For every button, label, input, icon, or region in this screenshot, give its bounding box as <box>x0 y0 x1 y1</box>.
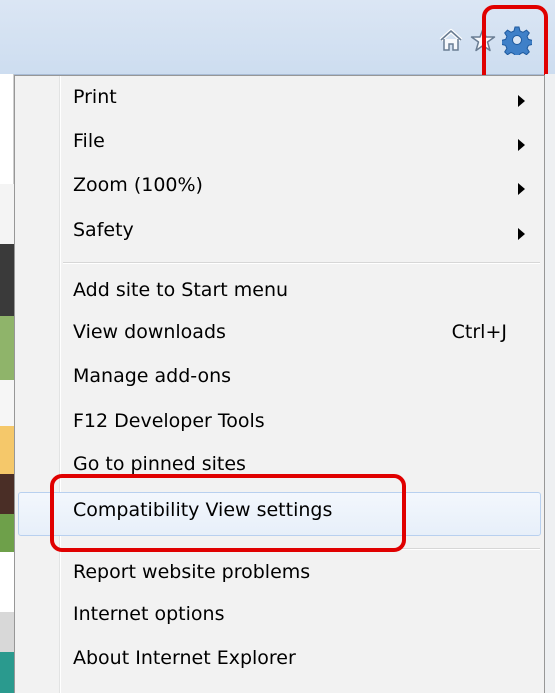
submenu-arrow-icon <box>518 183 525 195</box>
page-background-strip <box>0 316 14 380</box>
menu-item-label: Manage add-ons <box>73 365 232 387</box>
submenu-arrow-icon <box>518 95 525 107</box>
page-background-strip <box>0 244 14 316</box>
menu-item-label: Safety <box>73 219 134 241</box>
submenu-arrow-icon <box>518 139 525 151</box>
menu-item-label: Internet options <box>73 603 225 625</box>
menu-item-print[interactable]: Print <box>18 79 541 123</box>
page-background-strip <box>0 426 14 474</box>
menu-item-label: View downloads <box>73 321 226 343</box>
menu-item-label: Go to pinned sites <box>73 453 246 475</box>
compatibility-highlight-box <box>50 474 406 552</box>
menu-item-label: Print <box>73 86 117 108</box>
submenu-arrow-icon <box>518 228 525 240</box>
page-background-strip <box>0 612 14 652</box>
home-icon[interactable] <box>438 27 464 53</box>
menu-item-label: File <box>73 130 105 152</box>
page-background-strip <box>0 652 14 693</box>
menu-item-label: Report website problems <box>73 561 311 583</box>
page-background-strip <box>0 184 14 244</box>
menu-item-view-downloads[interactable]: View downloads Ctrl+J <box>18 314 541 358</box>
menu-item-zoom[interactable]: Zoom (100%) <box>18 167 541 211</box>
page-background-strip <box>0 514 14 552</box>
menu-separator <box>63 262 540 264</box>
browser-toolbar <box>0 0 555 75</box>
menu-item-add-site-to-start-menu[interactable]: Add site to Start menu <box>18 272 541 316</box>
menu-item-report-website-problems[interactable]: Report website problems <box>18 554 541 598</box>
menu-item-manage-add-ons[interactable]: Manage add-ons <box>18 358 541 402</box>
menu-item-internet-options[interactable]: Internet options <box>18 596 541 640</box>
menu-item-label: About Internet Explorer <box>73 647 296 669</box>
page-background-strip <box>0 474 14 514</box>
page-background-strip <box>0 74 14 184</box>
tools-menu: Print File Zoom (100%) Safety Add site t… <box>14 75 545 693</box>
menu-item-label: Add site to Start menu <box>73 279 289 301</box>
menu-item-f12-developer-tools[interactable]: F12 Developer Tools <box>18 403 541 447</box>
menu-item-about-internet-explorer[interactable]: About Internet Explorer <box>18 640 541 684</box>
menu-item-file[interactable]: File <box>18 123 541 167</box>
page-background-right <box>545 74 555 693</box>
page-background-strip <box>0 380 14 426</box>
page-background-strip <box>0 552 14 612</box>
menu-item-label: Zoom (100%) <box>73 174 203 196</box>
menu-item-label: F12 Developer Tools <box>73 410 265 432</box>
menu-item-shortcut: Ctrl+J <box>451 321 507 343</box>
menu-item-safety[interactable]: Safety <box>18 212 541 256</box>
